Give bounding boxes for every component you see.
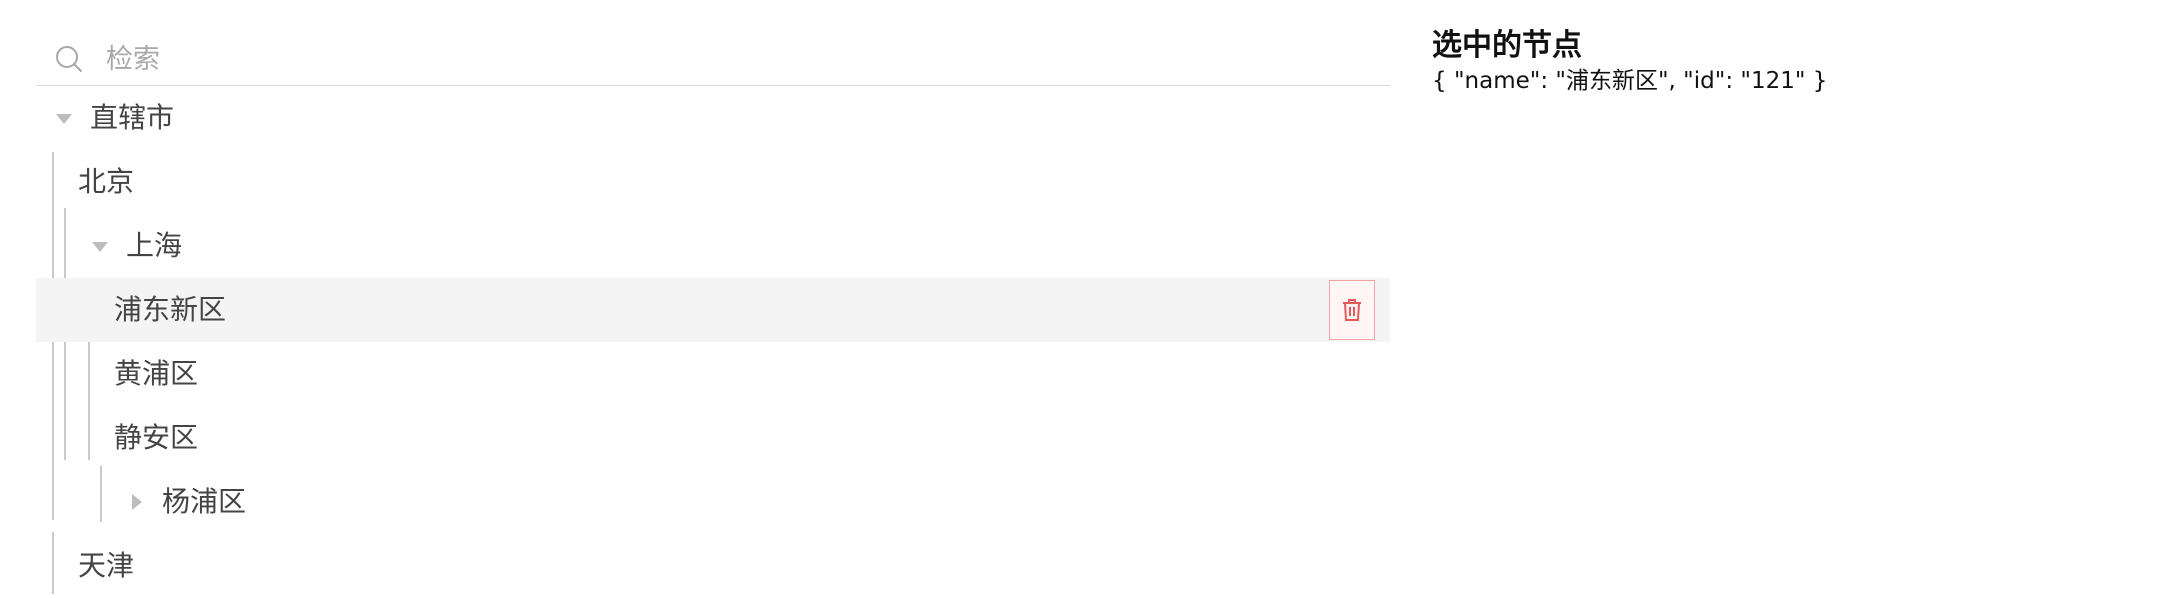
tree-node[interactable]: 直辖市 bbox=[36, 86, 1390, 150]
chevron-right-icon[interactable] bbox=[132, 494, 142, 510]
tree-node[interactable]: 天津 bbox=[36, 534, 1390, 598]
tree-node-label: 上海 bbox=[126, 229, 183, 262]
tree-node-label: 杨浦区 bbox=[162, 485, 247, 518]
delete-button[interactable] bbox=[1329, 280, 1375, 340]
panel-title: 选中的节点 bbox=[1432, 28, 1582, 63]
tree-node-label: 直辖市 bbox=[90, 101, 175, 134]
trash-icon bbox=[1343, 299, 1361, 321]
tree-node-label: 静安区 bbox=[114, 421, 199, 454]
search-bar bbox=[36, 30, 1390, 86]
search-icon bbox=[56, 46, 82, 72]
chevron-down-icon[interactable] bbox=[92, 242, 108, 252]
tree-node[interactable]: 静安区 bbox=[36, 406, 1390, 470]
chevron-down-icon[interactable] bbox=[56, 114, 72, 124]
tree-node-label: 浦东新区 bbox=[114, 293, 227, 326]
tree-node[interactable]: 北京 bbox=[36, 150, 1390, 214]
tree-view: 直辖市 北京 上海 浦东新区 黄浦区 静安区 杨浦区 天津 bbox=[36, 86, 1390, 594]
selected-node-json: { "name": "浦东新区", "id": "121" } bbox=[1432, 68, 1828, 94]
tree-node[interactable]: 上海 bbox=[36, 214, 1390, 278]
tree-node[interactable]: 杨浦区 bbox=[36, 470, 1390, 534]
tree-node-label: 黄浦区 bbox=[114, 357, 199, 390]
tree-node-label: 天津 bbox=[78, 549, 135, 582]
tree-node-selected[interactable]: 浦东新区 bbox=[36, 278, 1390, 342]
search-input[interactable] bbox=[104, 36, 1308, 82]
tree-node-label: 北京 bbox=[78, 165, 135, 198]
tree-node[interactable]: 黄浦区 bbox=[36, 342, 1390, 406]
selected-node-panel: 选中的节点 { "name": "浦东新区", "id": "121" } bbox=[1432, 26, 2132, 96]
